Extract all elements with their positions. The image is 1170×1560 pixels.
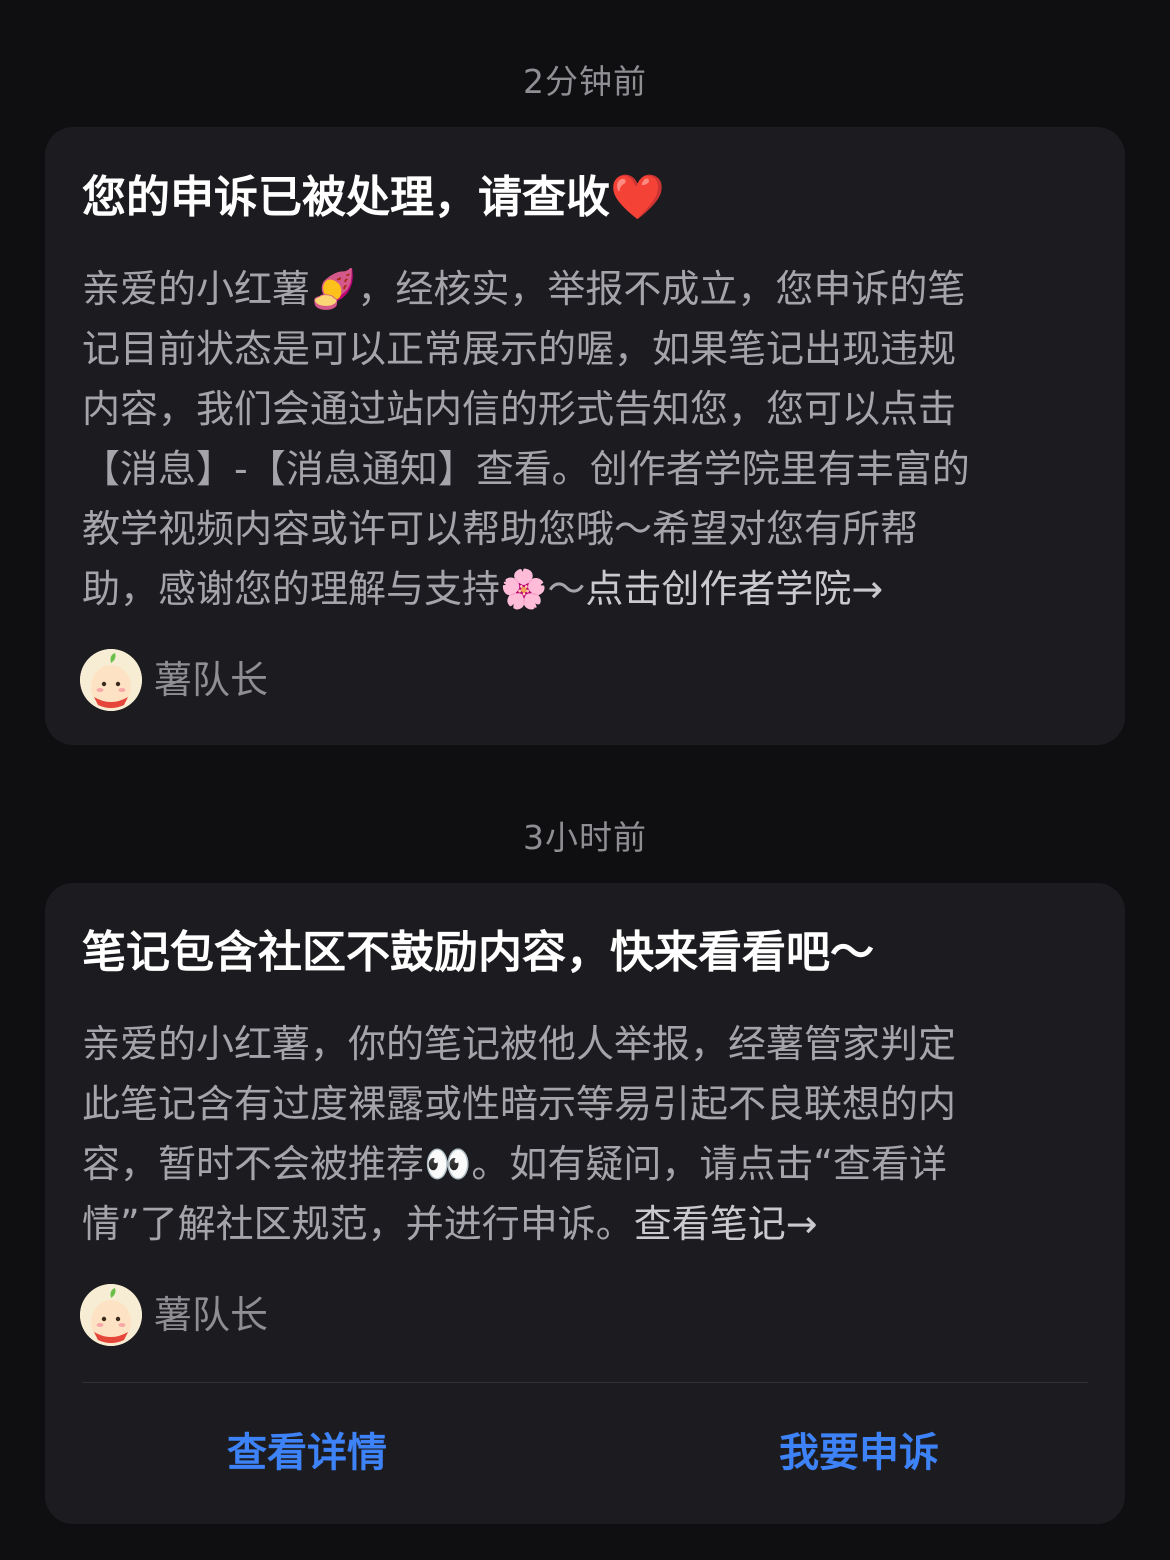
- sender[interactable]: 薯队长: [80, 648, 268, 712]
- potato-mascot-avatar-icon[interactable]: [80, 1284, 142, 1346]
- appeal-button[interactable]: 我要申诉: [659, 1427, 1059, 1479]
- body-line: 此笔记含有过度裸露或性暗示等易引起不良联想的内: [82, 1082, 957, 1126]
- body-line: 记目前状态是可以正常展示的喔，如果笔记出现违规: [82, 327, 957, 371]
- view-details-button[interactable]: 查看详情: [107, 1427, 507, 1479]
- timestamp-2: 3小时前: [523, 818, 647, 857]
- body-line: 亲爱的小红薯，你的笔记被他人举报，经薯管家判定: [82, 1022, 957, 1066]
- notification-body: 亲爱的小红薯，你的笔记被他人举报，经薯管家判定 此笔记含有过度裸露或性暗示等易引…: [82, 1014, 1092, 1254]
- notification-title: 笔记包含社区不鼓励内容，快来看看吧～: [82, 927, 874, 978]
- notification-body: 亲爱的小红薯🍠，经核实，举报不成立，您申诉的笔 记目前状态是可以正常展示的喔，如…: [82, 259, 1092, 619]
- notification-card-appeal-processed[interactable]: 您的申诉已被处理，请查收❤️ 亲爱的小红薯🍠，经核实，举报不成立，您申诉的笔 记…: [45, 127, 1125, 745]
- potato-mascot-avatar-icon[interactable]: [80, 649, 142, 711]
- body-line: 【消息】-【消息通知】查看。创作者学院里有丰富的: [82, 447, 970, 491]
- body-line: 容，暂时不会被推荐👀。如有疑问，请点击“查看详: [82, 1142, 948, 1186]
- notification-title: 您的申诉已被处理，请查收❤️: [82, 172, 665, 223]
- sender[interactable]: 薯队长: [80, 1283, 268, 1347]
- notification-card-content-warning[interactable]: 笔记包含社区不鼓励内容，快来看看吧～ 亲爱的小红薯，你的笔记被他人举报，经薯管家…: [45, 883, 1125, 1524]
- body-line: 内容，我们会通过站内信的形式告知您，您可以点击: [82, 387, 957, 431]
- creator-academy-link[interactable]: 点击创作者学院→: [585, 567, 883, 611]
- body-line-last: 助，感谢您的理解与支持🌸～点击创作者学院→: [82, 559, 1092, 619]
- body-line-last: 情”了解社区规范，并进行申诉。查看笔记→: [82, 1194, 1092, 1254]
- sender-name: 薯队长: [154, 658, 269, 702]
- body-line-text: 情”了解社区规范，并进行申诉。: [82, 1202, 634, 1246]
- body-line-text: 助，感谢您的理解与支持🌸～: [82, 567, 586, 611]
- divider: [82, 1382, 1088, 1383]
- timestamp-1: 2分钟前: [523, 62, 647, 101]
- body-line: 亲爱的小红薯🍠，经核实，举报不成立，您申诉的笔: [82, 267, 966, 311]
- sender-name: 薯队长: [154, 1293, 269, 1337]
- body-line: 教学视频内容或许可以帮助您哦～希望对您有所帮: [82, 507, 919, 551]
- view-note-link[interactable]: 查看笔记→: [634, 1202, 818, 1246]
